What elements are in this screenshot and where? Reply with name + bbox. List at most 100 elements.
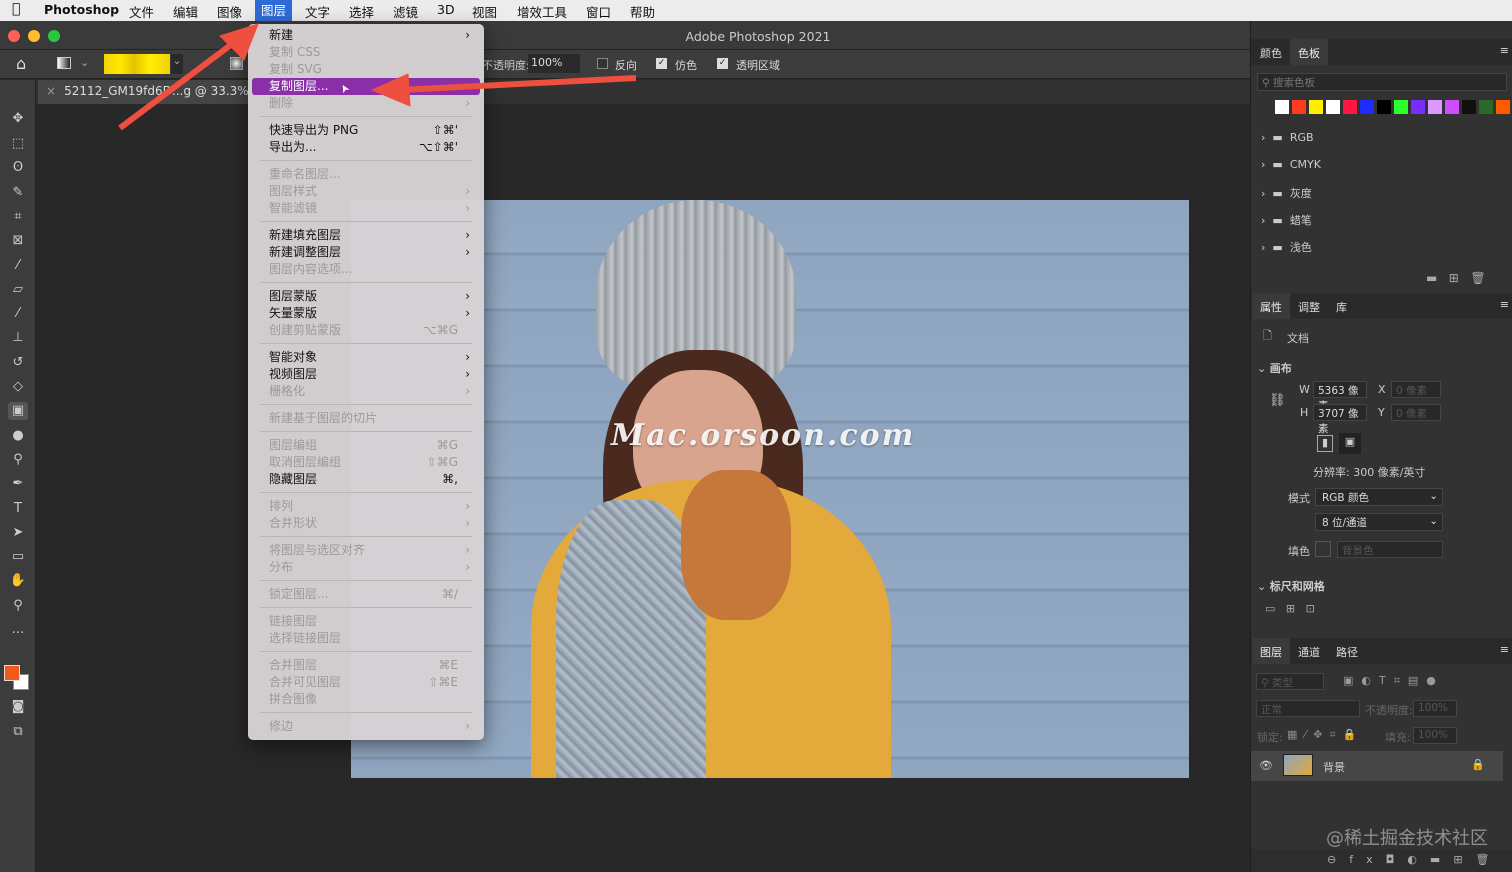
healing-brush-tool-icon[interactable]: ▱ [8,281,28,299]
mode-select[interactable]: RGB 颜色 ⌄ [1315,488,1443,506]
lock-icons[interactable]: ▦⁄✥⌗🔒 [1287,728,1363,742]
home-icon[interactable]: ⌂ [16,54,26,73]
eye-icon[interactable]: 👁 [1259,759,1273,772]
layer-opacity-input[interactable]: 100% [1413,700,1457,717]
fill-select[interactable]: 背景色 [1337,541,1443,558]
menu-item[interactable]: 新建调整图层 › [248,244,484,261]
fx-icon[interactable]: fx [1349,853,1385,866]
radial-gradient-icon[interactable] [230,57,243,70]
menu-help[interactable]: 帮助 [630,2,655,21]
landscape-orientation-icon[interactable]: ▣ [1339,433,1361,454]
layer-fill-input[interactable]: 100% [1413,727,1457,744]
panel-menu-icon[interactable]: ≡ [1500,298,1509,311]
color-swatch[interactable] [1445,100,1459,114]
color-swatch[interactable] [1428,100,1442,114]
tab-properties[interactable]: 属性 [1252,293,1290,319]
menu-filter[interactable]: 滤镜 [393,2,418,21]
menu-select[interactable]: 选择 [349,2,374,21]
menu-item[interactable]: 图层蒙版 › [248,288,484,305]
color-swatch[interactable] [1377,100,1391,114]
tab-color[interactable]: 颜色 [1260,45,1282,61]
color-swatch[interactable] [1309,100,1323,114]
rulers-grids-section[interactable]: ⌄ 标尺和网格 [1257,578,1325,594]
apple-icon[interactable]:  [12,1,20,17]
new-swatch-icon[interactable]: ⊞ [1449,271,1459,285]
color-swatch[interactable] [1462,100,1476,114]
layer-filter-icons[interactable]: ▣◐T⌗▤● [1343,674,1444,688]
reverse-checkbox[interactable] [597,58,608,69]
swatch-folder[interactable]: › ▬ CMYK [1261,158,1321,171]
tab-paths[interactable]: 路径 [1336,644,1358,660]
guides-icon[interactable]: ⊡ [1306,602,1315,615]
menu-item[interactable]: 新建 › [248,27,484,44]
trash-icon[interactable]: 🗑 [1470,271,1485,285]
menu-item[interactable]: 复制图层... ➤ [252,78,480,96]
folder-icon[interactable]: ▬ [1426,271,1437,285]
transparency-checkbox[interactable]: ✓ [717,58,728,69]
quick-select-tool-icon[interactable]: ✎ [8,184,28,202]
eraser-tool-icon[interactable]: ◇ [8,378,28,396]
menu-window[interactable]: 窗口 [586,2,611,21]
lasso-tool-icon[interactable]: ʘ [8,159,28,177]
quick-mask-icon[interactable]: ◙ [8,698,28,716]
panel-menu-icon[interactable]: ≡ [1500,44,1509,57]
zoom-tool-icon[interactable]: ⚲ [8,597,28,615]
menu-item[interactable]: 快速导出为 PNG ⇧⌘' [248,122,484,139]
crop-tool-icon[interactable]: ⌗ [8,208,28,226]
menu-item[interactable]: 矢量蒙版 › [248,305,484,322]
screen-mode-icon[interactable]: ⧉ [8,723,28,741]
swatch-folder[interactable]: › ▬ 浅色 [1261,239,1312,255]
grid-icon[interactable]: ⊞ [1286,602,1295,615]
gradient-dropdown[interactable]: ⌄ [171,54,183,74]
color-swatch[interactable] [1411,100,1425,114]
dither-checkbox[interactable]: ✓ [656,58,667,69]
menu-view[interactable]: 视图 [472,2,497,21]
link-icon[interactable]: ⛓ [1269,393,1286,408]
pen-tool-icon[interactable]: ✒ [8,475,28,493]
height-input[interactable]: 3707 像素 [1313,404,1367,435]
portrait-orientation-icon[interactable]: ▮ [1317,435,1333,452]
hand-tool-icon[interactable]: ✋ [8,572,28,590]
history-brush-tool-icon[interactable]: ↺ [8,354,28,372]
color-swatch[interactable] [1394,100,1408,114]
menu-item[interactable]: 导出为... ⌥⇧⌘' [248,139,484,156]
close-tab-icon[interactable]: × [46,84,56,98]
width-input[interactable]: 5363 像素 [1313,381,1367,412]
chevron-down-icon[interactable]: ⌄ [80,56,89,69]
stamp-tool-icon[interactable]: ⊥ [8,329,28,347]
y-input[interactable]: 0 像素 [1391,404,1441,421]
color-swatch[interactable] [1292,100,1306,114]
bit-depth-select[interactable]: 8 位/通道 ⌄ [1315,513,1443,531]
gradient-preset-icon[interactable] [57,57,71,69]
mask-icon[interactable]: ◘ [1386,853,1408,866]
new-layer-icon[interactable]: ⊞ [1453,853,1475,866]
opacity-input[interactable]: 100% [528,54,580,73]
swatch-search-input[interactable]: ⚲ 搜索色板 [1257,73,1507,91]
gradient-tool-icon[interactable]: ▣ [8,402,28,420]
menu-photoshop[interactable]: Photoshop [44,2,119,17]
blur-tool-icon[interactable]: ● [8,427,28,445]
dodge-tool-icon[interactable]: ⚲ [8,451,28,469]
document-tab[interactable]: × 52112_GM19fd6D...g @ 33.3%(RGB [38,80,250,104]
menu-plugins[interactable]: 增效工具 [517,2,567,21]
color-swatch[interactable] [1479,100,1493,114]
tab-swatches[interactable]: 色板 [1290,39,1328,65]
more-tools-icon[interactable]: … [8,621,28,639]
x-input[interactable]: 0 像素 [1391,381,1441,398]
color-swatch[interactable] [1343,100,1357,114]
blend-mode-select[interactable]: 正常 [1256,700,1360,717]
menu-file[interactable]: 文件 [129,2,154,21]
rectangle-tool-icon[interactable]: ▭ [8,548,28,566]
canvas-section[interactable]: ⌄ 画布 [1257,360,1292,376]
foreground-color-swatch[interactable] [4,665,20,681]
swatch-folder[interactable]: › ▬ 灰度 [1261,185,1312,201]
tab-libraries[interactable]: 库 [1336,299,1347,315]
menu-image[interactable]: 图像 [217,2,242,21]
menu-layer[interactable]: 图层 [255,0,293,21]
frame-tool-icon[interactable]: ⊠ [8,232,28,250]
path-select-tool-icon[interactable]: ➤ [8,524,28,542]
ruler-icon[interactable]: ▭ [1265,602,1275,615]
color-swatch[interactable] [1275,100,1289,114]
tab-adjustments[interactable]: 调整 [1298,299,1320,315]
swatch-folder[interactable]: › ▬ 蜡笔 [1261,212,1312,228]
